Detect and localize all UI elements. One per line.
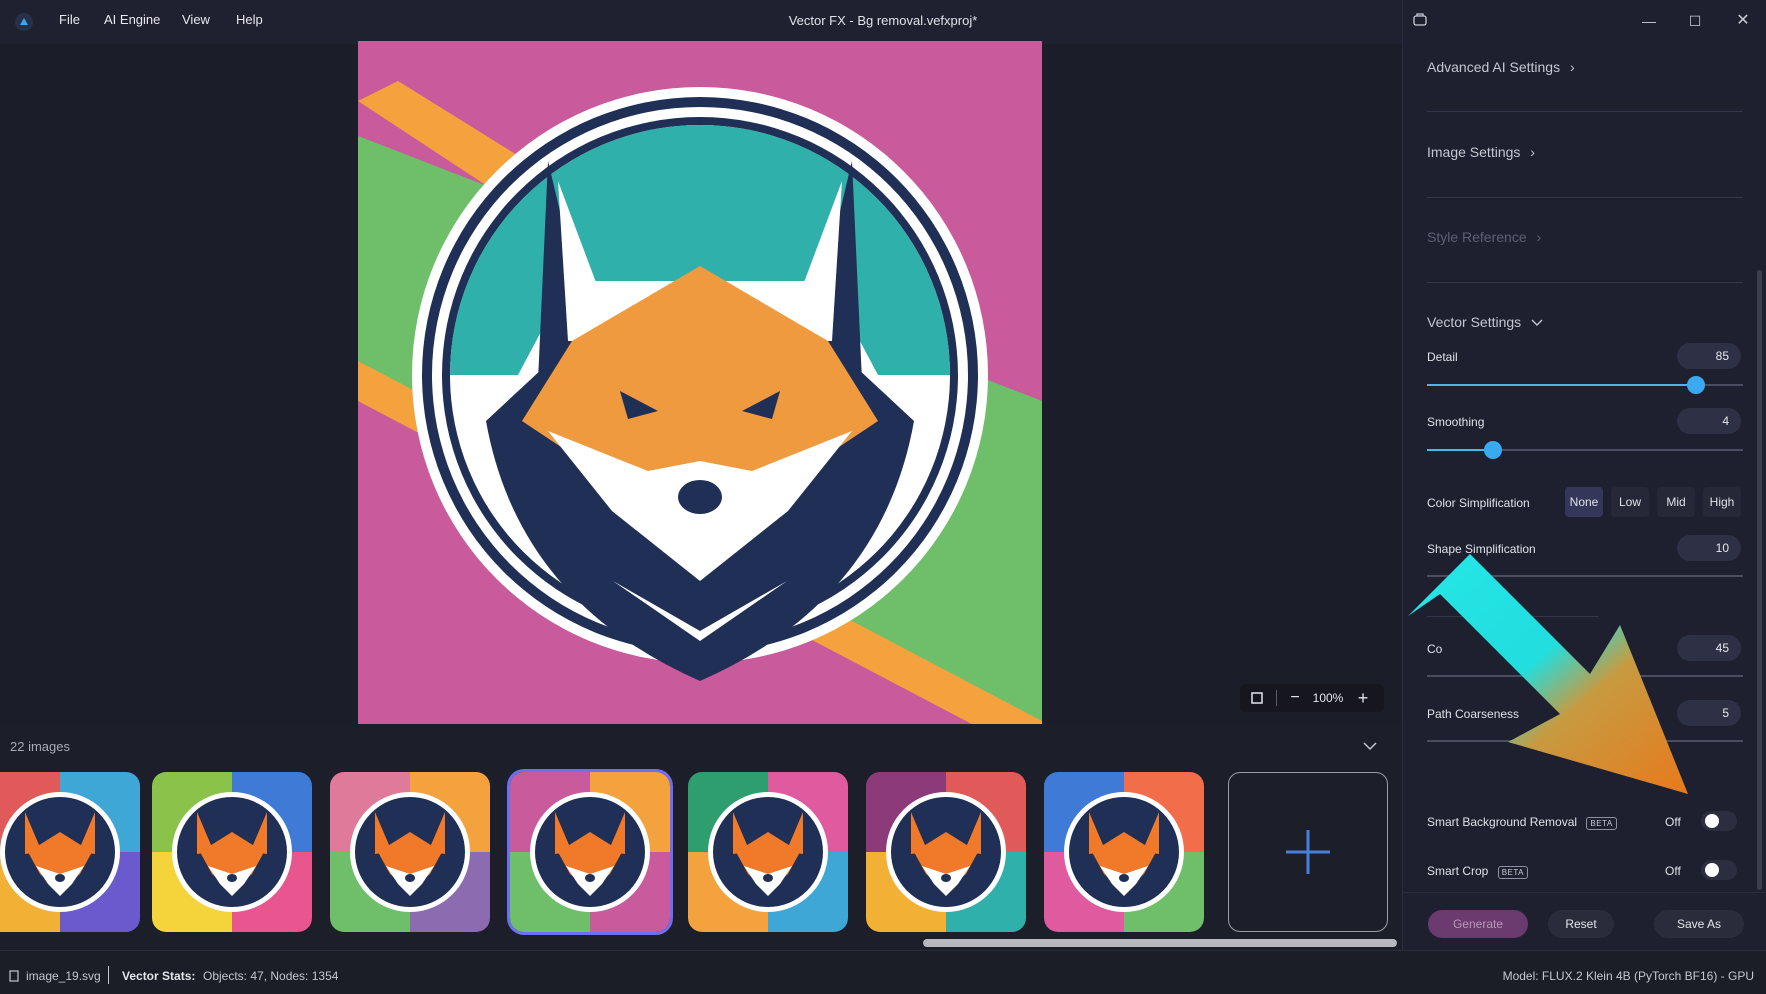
fox-logo-image xyxy=(688,772,848,932)
gallery-header: 22 images xyxy=(0,727,1402,765)
menu-file[interactable]: File xyxy=(59,12,80,27)
image-settings-label: Image Settings xyxy=(1427,144,1521,160)
smart-crop-row: Smart Crop BETA xyxy=(1427,864,1529,879)
advanced-ai-settings-header[interactable]: Advanced AI Settings › xyxy=(1427,59,1575,75)
beta-badge: BETA xyxy=(1497,866,1529,879)
style-reference-header[interactable]: Style Reference › xyxy=(1427,229,1541,245)
divider xyxy=(108,966,109,984)
chevron-right-icon: › xyxy=(1536,229,1542,245)
vector-settings-label: Vector Settings xyxy=(1427,314,1522,330)
add-image-button[interactable] xyxy=(1228,772,1388,932)
smart-crop-state: Off xyxy=(1665,864,1681,878)
generate-button[interactable]: Generate xyxy=(1428,910,1528,938)
divider xyxy=(1276,690,1277,706)
annotation-arrow xyxy=(1408,554,1688,794)
beta-badge: BETA xyxy=(1586,817,1617,830)
fox-logo-image xyxy=(330,772,490,932)
thumbnail[interactable] xyxy=(152,772,312,932)
file-icon xyxy=(9,970,19,982)
style-reference-label: Style Reference xyxy=(1427,229,1527,245)
save-as-button[interactable]: Save As xyxy=(1654,910,1744,938)
smart-bg-removal-toggle[interactable] xyxy=(1701,811,1737,831)
separator xyxy=(1427,111,1743,112)
zoom-level: 100% xyxy=(1312,691,1344,705)
smoothing-slider-handle[interactable] xyxy=(1484,441,1502,459)
separator xyxy=(1402,892,1766,893)
thumbnail[interactable] xyxy=(0,772,140,932)
minimize-icon[interactable]: — xyxy=(1634,10,1664,32)
main-artboard-image[interactable] xyxy=(358,41,1042,724)
close-icon[interactable]: ✕ xyxy=(1728,10,1758,32)
detail-label: Detail xyxy=(1427,350,1458,364)
chevron-right-icon: › xyxy=(1530,144,1535,160)
panel-scrollbar[interactable] xyxy=(1757,270,1762,890)
separator xyxy=(1427,282,1743,283)
fox-logo-image xyxy=(866,772,1026,932)
thumbnail[interactable] xyxy=(1044,772,1204,932)
status-filename: image_19.svg xyxy=(26,969,101,983)
plus-icon xyxy=(1286,830,1330,874)
advanced-ai-settings-label: Advanced AI Settings xyxy=(1427,59,1561,75)
smart-bg-removal-state: Off xyxy=(1665,815,1681,829)
smoothing-value-input[interactable]: 4 xyxy=(1677,408,1741,434)
fox-logo-image xyxy=(152,772,312,932)
chevron-down-icon xyxy=(1531,319,1543,326)
app-logo-icon xyxy=(15,13,33,31)
thumbnail[interactable] xyxy=(330,772,490,932)
smoothing-label: Smoothing xyxy=(1427,415,1485,429)
detail-value-input[interactable]: 85 xyxy=(1677,343,1741,369)
color-simplification-mid[interactable]: Mid xyxy=(1657,487,1695,517)
zoom-in-icon[interactable]: + xyxy=(1352,684,1374,712)
menu-view[interactable]: View xyxy=(182,12,210,27)
smart-bg-removal-row: Smart Background Removal BETA xyxy=(1427,815,1617,830)
color-simplification-high[interactable]: High xyxy=(1703,487,1741,517)
detail-slider-handle[interactable] xyxy=(1687,376,1705,394)
vector-settings-header[interactable]: Vector Settings xyxy=(1427,314,1543,330)
menu-ai-engine[interactable]: AI Engine xyxy=(104,12,160,27)
smart-crop-toggle[interactable] xyxy=(1701,860,1737,880)
gallery-scrollbar[interactable] xyxy=(923,939,1397,947)
fox-logo-image xyxy=(0,772,140,932)
panel-icon[interactable] xyxy=(1412,12,1428,28)
gallery-count: 22 images xyxy=(10,739,70,754)
chevron-down-icon[interactable] xyxy=(1363,741,1377,751)
fit-icon[interactable] xyxy=(1246,684,1268,712)
thumbnail[interactable] xyxy=(688,772,848,932)
color-simplification-none[interactable]: None xyxy=(1565,487,1603,517)
fox-logo-image xyxy=(1044,772,1204,932)
separator xyxy=(1427,197,1743,198)
maximize-icon[interactable]: ☐ xyxy=(1680,10,1710,32)
zoom-out-icon[interactable]: − xyxy=(1284,684,1306,712)
detail-slider-fill xyxy=(1427,384,1696,386)
vector-stats: Objects: 47, Nodes: 1354 xyxy=(203,969,339,983)
fox-logo-image xyxy=(510,772,670,932)
reset-button[interactable]: Reset xyxy=(1548,910,1614,938)
color-simplification-label: Color Simplification xyxy=(1427,496,1530,510)
chevron-right-icon: › xyxy=(1569,59,1575,75)
settings-panel xyxy=(1402,0,1766,950)
model-info: Model: FLUX.2 Klein 4B (PyTorch BF16) - … xyxy=(1502,969,1754,983)
menu-help[interactable]: Help xyxy=(236,12,263,27)
fox-logo-image xyxy=(358,41,1042,724)
smart-crop-label: Smart Crop xyxy=(1427,864,1489,878)
vector-stats-label: Vector Stats: xyxy=(122,969,196,983)
image-settings-header[interactable]: Image Settings › xyxy=(1427,144,1535,160)
thumbnail[interactable] xyxy=(866,772,1026,932)
smart-bg-removal-label: Smart Background Removal xyxy=(1427,815,1578,829)
zoom-toolbar: − 100% + xyxy=(1240,684,1384,712)
color-simplification-low[interactable]: Low xyxy=(1611,487,1649,517)
thumbnail[interactable] xyxy=(510,772,670,932)
